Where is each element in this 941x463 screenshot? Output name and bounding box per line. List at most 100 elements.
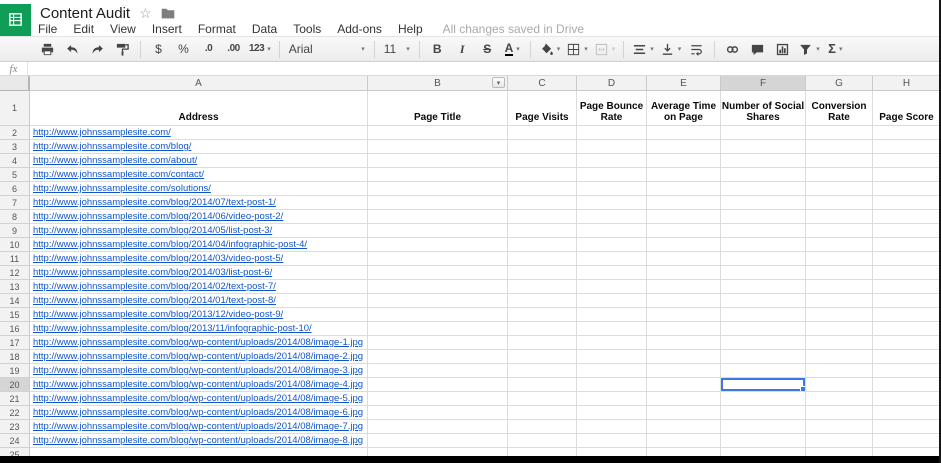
cell-G20[interactable] bbox=[806, 378, 873, 392]
cell-D23[interactable] bbox=[577, 420, 647, 434]
cell-E9[interactable] bbox=[647, 224, 721, 238]
text-wrap-button[interactable] bbox=[684, 39, 709, 59]
cell-G12[interactable] bbox=[806, 266, 873, 280]
cell-D11[interactable] bbox=[577, 252, 647, 266]
cell-G24[interactable] bbox=[806, 434, 873, 448]
row-header-19[interactable]: 19 bbox=[0, 364, 30, 378]
cell-C4[interactable] bbox=[508, 154, 577, 168]
row-header-23[interactable]: 23 bbox=[0, 420, 30, 434]
url-link[interactable]: http://www.johnssamplesite.com/blog/wp-c… bbox=[30, 393, 363, 404]
menu-view[interactable]: View bbox=[102, 22, 144, 36]
row-header-24[interactable]: 24 bbox=[0, 434, 30, 448]
cell-G22[interactable] bbox=[806, 406, 873, 420]
cell-G7[interactable] bbox=[806, 196, 873, 210]
cell-B12[interactable] bbox=[368, 266, 508, 280]
cell-H20[interactable] bbox=[873, 378, 941, 392]
menu-help[interactable]: Help bbox=[390, 22, 431, 36]
column-header-D[interactable]: D bbox=[577, 76, 647, 91]
cell-B11[interactable] bbox=[368, 252, 508, 266]
url-link[interactable]: http://www.johnssamplesite.com/contact/ bbox=[30, 169, 204, 180]
cell-C2[interactable] bbox=[508, 126, 577, 140]
cell-F2[interactable] bbox=[721, 126, 806, 140]
cell-F24[interactable] bbox=[721, 434, 806, 448]
cell-H23[interactable] bbox=[873, 420, 941, 434]
cell-D6[interactable] bbox=[577, 182, 647, 196]
url-link[interactable]: http://www.johnssamplesite.com/blog/2014… bbox=[30, 253, 283, 264]
cell-F14[interactable] bbox=[721, 294, 806, 308]
cell-E13[interactable] bbox=[647, 280, 721, 294]
column-header-C[interactable]: C bbox=[508, 76, 577, 91]
cell-A5[interactable]: http://www.johnssamplesite.com/contact/ bbox=[30, 168, 368, 182]
menu-tools[interactable]: Tools bbox=[285, 22, 329, 36]
cell-H4[interactable] bbox=[873, 154, 941, 168]
cell-C16[interactable] bbox=[508, 322, 577, 336]
cell-A9[interactable]: http://www.johnssamplesite.com/blog/2014… bbox=[30, 224, 368, 238]
print-button[interactable] bbox=[35, 39, 60, 59]
url-link[interactable]: http://www.johnssamplesite.com/blog/2014… bbox=[30, 211, 283, 222]
url-link[interactable]: http://www.johnssamplesite.com/blog/wp-c… bbox=[30, 351, 363, 362]
row-header-5[interactable]: 5 bbox=[0, 168, 30, 182]
cell-B19[interactable] bbox=[368, 364, 508, 378]
cell-A16[interactable]: http://www.johnssamplesite.com/blog/2013… bbox=[30, 322, 368, 336]
cell-F5[interactable] bbox=[721, 168, 806, 182]
row-header-2[interactable]: 2 bbox=[0, 126, 30, 140]
cell-E8[interactable] bbox=[647, 210, 721, 224]
cell-B14[interactable] bbox=[368, 294, 508, 308]
cell-G1[interactable]: Conversion Rate bbox=[806, 91, 873, 126]
cell-B22[interactable] bbox=[368, 406, 508, 420]
cell-D22[interactable] bbox=[577, 406, 647, 420]
cell-D12[interactable] bbox=[577, 266, 647, 280]
cell-H10[interactable] bbox=[873, 238, 941, 252]
cell-C11[interactable] bbox=[508, 252, 577, 266]
cell-E5[interactable] bbox=[647, 168, 721, 182]
menu-format[interactable]: Format bbox=[190, 22, 244, 36]
row-header-14[interactable]: 14 bbox=[0, 294, 30, 308]
cell-G25[interactable] bbox=[806, 448, 873, 456]
cell-A6[interactable]: http://www.johnssamplesite.com/solutions… bbox=[30, 182, 368, 196]
cell-C6[interactable] bbox=[508, 182, 577, 196]
cell-H5[interactable] bbox=[873, 168, 941, 182]
cell-B21[interactable] bbox=[368, 392, 508, 406]
cell-F10[interactable] bbox=[721, 238, 806, 252]
cell-C18[interactable] bbox=[508, 350, 577, 364]
cell-H17[interactable] bbox=[873, 336, 941, 350]
url-link[interactable]: http://www.johnssamplesite.com/blog/wp-c… bbox=[30, 379, 363, 390]
cell-C12[interactable] bbox=[508, 266, 577, 280]
cell-B4[interactable] bbox=[368, 154, 508, 168]
cell-G5[interactable] bbox=[806, 168, 873, 182]
cell-F15[interactable] bbox=[721, 308, 806, 322]
cell-A24[interactable]: http://www.johnssamplesite.com/blog/wp-c… bbox=[30, 434, 368, 448]
cell-G6[interactable] bbox=[806, 182, 873, 196]
format-currency-button[interactable]: $ bbox=[146, 39, 171, 59]
cell-A20[interactable]: http://www.johnssamplesite.com/blog/wp-c… bbox=[30, 378, 368, 392]
row-header-8[interactable]: 8 bbox=[0, 210, 30, 224]
cell-C20[interactable] bbox=[508, 378, 577, 392]
cell-C23[interactable] bbox=[508, 420, 577, 434]
row-header-11[interactable]: 11 bbox=[0, 252, 30, 266]
cell-A22[interactable]: http://www.johnssamplesite.com/blog/wp-c… bbox=[30, 406, 368, 420]
row-header-18[interactable]: 18 bbox=[0, 350, 30, 364]
column-header-A[interactable]: A bbox=[30, 76, 368, 91]
cell-C14[interactable] bbox=[508, 294, 577, 308]
row-header-21[interactable]: 21 bbox=[0, 392, 30, 406]
cell-D8[interactable] bbox=[577, 210, 647, 224]
url-link[interactable]: http://www.johnssamplesite.com/about/ bbox=[30, 155, 197, 166]
cell-E22[interactable] bbox=[647, 406, 721, 420]
cell-G10[interactable] bbox=[806, 238, 873, 252]
cell-H16[interactable] bbox=[873, 322, 941, 336]
row-header-6[interactable]: 6 bbox=[0, 182, 30, 196]
cell-E6[interactable] bbox=[647, 182, 721, 196]
cell-A25[interactable] bbox=[30, 448, 368, 456]
fill-color-button[interactable]: ▾ bbox=[536, 39, 564, 59]
cell-H2[interactable] bbox=[873, 126, 941, 140]
cell-A13[interactable]: http://www.johnssamplesite.com/blog/2014… bbox=[30, 280, 368, 294]
cell-G4[interactable] bbox=[806, 154, 873, 168]
cell-E15[interactable] bbox=[647, 308, 721, 322]
cell-D10[interactable] bbox=[577, 238, 647, 252]
font-family-button[interactable]: Arial▾ bbox=[285, 39, 369, 59]
cell-E1[interactable]: Average Time on Page bbox=[647, 91, 721, 126]
cell-H21[interactable] bbox=[873, 392, 941, 406]
select-all-corner[interactable] bbox=[0, 76, 30, 91]
cell-B15[interactable] bbox=[368, 308, 508, 322]
redo-button[interactable] bbox=[85, 39, 110, 59]
